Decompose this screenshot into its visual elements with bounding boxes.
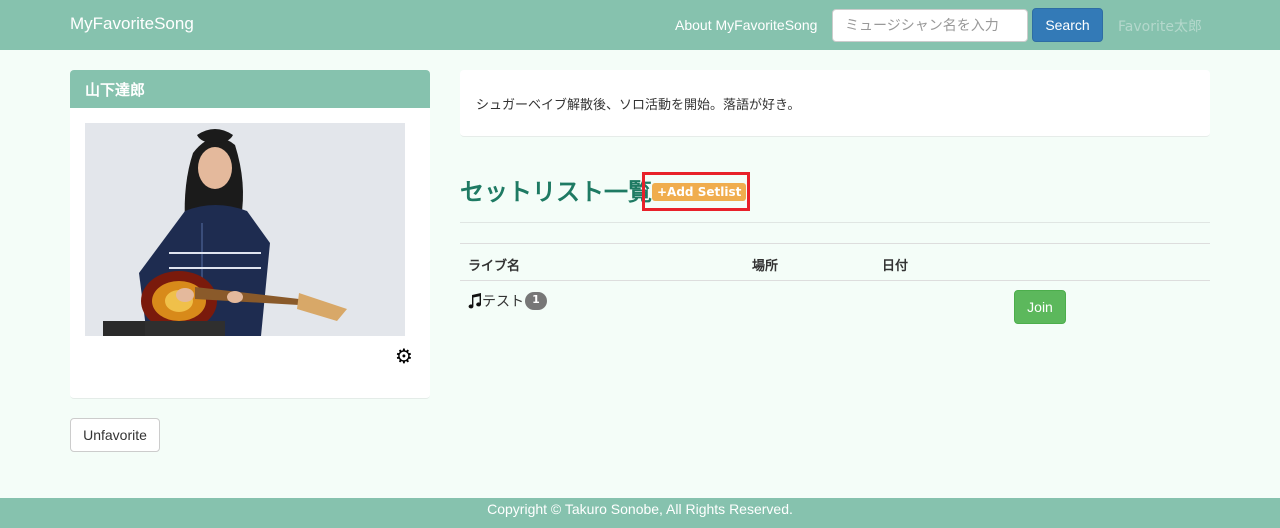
- column-header-date: 日付: [882, 259, 909, 274]
- footer: Copyright © Takuro Sonobe, All Rights Re…: [0, 498, 1280, 528]
- table-header: ライブ名 場所 日付: [460, 243, 1210, 281]
- musician-search-input[interactable]: [832, 9, 1028, 42]
- copyright-text: Copyright © Takuro Sonobe, All Rights Re…: [487, 501, 793, 517]
- section-divider: [460, 222, 1210, 223]
- about-link[interactable]: About MyFavoriteSong: [675, 17, 817, 33]
- artist-photo: [85, 123, 405, 336]
- artist-photo-image: [85, 123, 405, 336]
- artist-name: 山下達郎: [70, 70, 430, 108]
- setlist-count-badge: 1: [525, 292, 547, 310]
- add-setlist-button[interactable]: +Add Setlist: [652, 183, 747, 201]
- column-header-live-name: ライブ名: [468, 259, 521, 274]
- user-menu-link[interactable]: Favorite太郎: [1118, 16, 1218, 36]
- gear-icon[interactable]: ⚙: [395, 346, 413, 366]
- artist-panel: 山下達郎 ⚙: [70, 70, 430, 399]
- table-row: テスト 1 Join: [460, 281, 1210, 329]
- live-name-cell[interactable]: テスト 1: [468, 291, 547, 311]
- artist-description: シュガーベイブ解散後、ソロ活動を開始。落語が好き。: [460, 70, 1210, 137]
- join-button[interactable]: Join: [1014, 290, 1066, 324]
- live-name[interactable]: テスト: [482, 291, 524, 311]
- navbar: MyFavoriteSong About MyFavoriteSong Sear…: [0, 0, 1280, 50]
- column-header-place: 場所: [752, 259, 779, 274]
- setlist-table: ライブ名 場所 日付 テスト 1 Join: [460, 243, 1210, 329]
- brand-link[interactable]: MyFavoriteSong: [70, 14, 194, 34]
- music-note-icon: [468, 293, 481, 309]
- search-button[interactable]: Search: [1032, 8, 1103, 42]
- unfavorite-button[interactable]: Unfavorite: [70, 418, 160, 452]
- setlist-section-title: セットリスト一覧: [460, 178, 652, 206]
